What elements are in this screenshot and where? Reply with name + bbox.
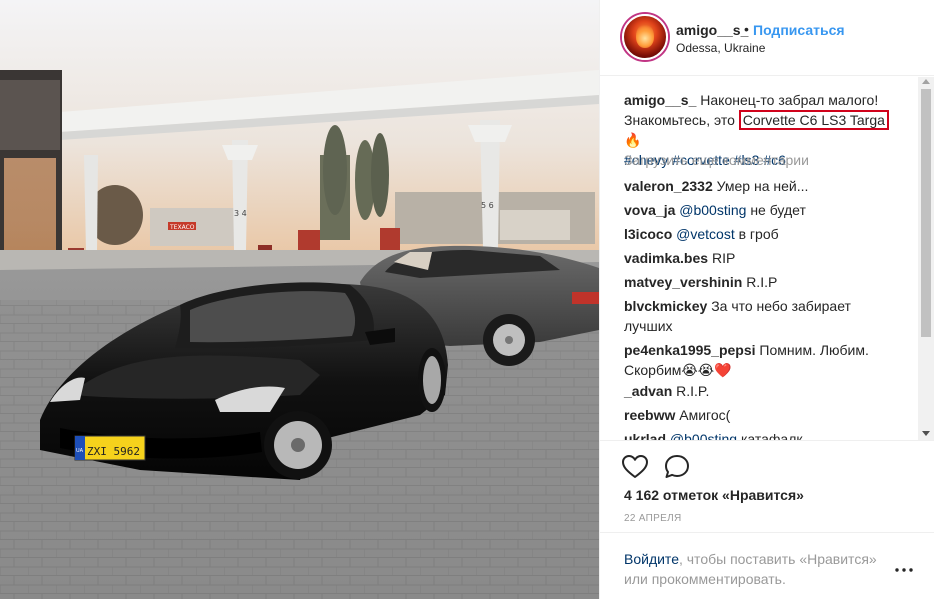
comment-mention[interactable]: @b00sting — [670, 431, 737, 440]
login-link[interactable]: Войдите — [624, 551, 679, 567]
comment-text: не будет — [750, 202, 806, 218]
post-username[interactable]: amigo__s_ — [676, 22, 748, 38]
comment-item: ukrlad @b00sting катафалк — [624, 429, 894, 440]
comments-list[interactable]: amigo__s_ Наконец-то забрал малого! Знак… — [600, 77, 934, 440]
comment-item: vadimka.bes RIP — [624, 248, 894, 268]
comment-item: l3icoco @vetcost в гроб — [624, 224, 894, 244]
comment-mention[interactable]: @vetcost — [676, 226, 735, 242]
caption-highlight: Corvette C6 LS3 Targa — [738, 110, 889, 130]
post-photo[interactable]: 3 4 5 6 TEXACO UA ZXI 5962 — [0, 0, 599, 599]
load-more-comments[interactable]: Загрузить еще комментарии — [624, 152, 809, 168]
comment-item: reebww Амигос( — [624, 405, 894, 425]
license-plate: ZXI 5962 — [87, 445, 140, 458]
comment-item: vova_ja @b00sting не будет — [624, 200, 894, 220]
comment-text: Умер на ней... — [716, 178, 809, 194]
comment-item: matvey_vershinin R.I.P — [624, 272, 894, 292]
scroll-down-arrow-icon[interactable] — [922, 431, 930, 436]
follow-button[interactable]: Подписаться — [753, 22, 845, 38]
photo-scene: 3 4 5 6 TEXACO UA ZXI 5962 — [0, 0, 599, 599]
comment-text: в гроб — [738, 226, 779, 242]
comment-item: pe4enka1995_pepsi Помним. Любим. Скорбим… — [624, 340, 894, 380]
comment-username[interactable]: blvckmickey — [624, 298, 707, 314]
post-header: amigo__s_ • Подписаться Odessa, Ukraine — [600, 0, 934, 76]
caption-username[interactable]: amigo__s_ — [624, 92, 696, 108]
comment-text: RIP — [711, 250, 736, 266]
speech-bubble-icon[interactable] — [663, 453, 691, 481]
comment-mention[interactable]: @b00sting — [679, 202, 746, 218]
station-sign: TEXACO — [169, 224, 195, 231]
post-sidebar: amigo__s_ • Подписаться Odessa, Ukraine … — [599, 0, 934, 599]
comment-username[interactable]: vova_ja — [624, 202, 675, 218]
login-prompt: Войдите, чтобы поставить «Нравится» или … — [600, 532, 934, 599]
scroll-up-arrow-icon[interactable] — [922, 79, 930, 84]
fire-emoji: 🔥 — [624, 132, 642, 148]
comment-username[interactable]: reebww — [624, 407, 675, 423]
comment-text: R.I.P — [746, 274, 778, 290]
ellipsis-icon[interactable] — [893, 565, 915, 575]
post-location[interactable]: Odessa, Ukraine — [676, 41, 765, 55]
post-date[interactable]: 22 АПРЕЛЯ — [624, 513, 681, 524]
plate-country: UA — [76, 448, 84, 454]
pump-number-left: 3 4 — [234, 209, 247, 218]
comment-username[interactable]: _advan — [624, 383, 672, 399]
comment-username[interactable]: l3icoco — [624, 226, 672, 242]
avatar[interactable] — [622, 14, 668, 60]
comment-username[interactable]: ukrlad — [624, 431, 666, 440]
likes-count[interactable]: 4 162 отметок «Нравится» — [624, 487, 804, 503]
login-prompt-text: Войдите, чтобы поставить «Нравится» или … — [624, 549, 894, 589]
comment-text: Амигос( — [679, 407, 731, 423]
comment-text: R.I.P. — [676, 383, 710, 399]
comment-item: valeron_2332 Умер на ней... — [624, 176, 894, 196]
comment-username[interactable]: matvey_vershinin — [624, 274, 742, 290]
heart-icon[interactable] — [621, 453, 649, 481]
separator-dot: • — [744, 21, 749, 37]
comment-item: _advan R.I.P. — [624, 381, 894, 401]
comments-scrollbar[interactable] — [918, 77, 934, 440]
comment-username[interactable]: vadimka.bes — [624, 250, 708, 266]
comment-text: катафалк — [740, 431, 803, 440]
comment-item: blvckmickey За что небо забирает лучших — [624, 296, 894, 336]
scrollbar-thumb[interactable] — [921, 89, 931, 337]
comment-username[interactable]: valeron_2332 — [624, 178, 713, 194]
pump-number-right: 5 6 — [481, 201, 494, 210]
comment-username[interactable]: pe4enka1995_pepsi — [624, 342, 756, 358]
